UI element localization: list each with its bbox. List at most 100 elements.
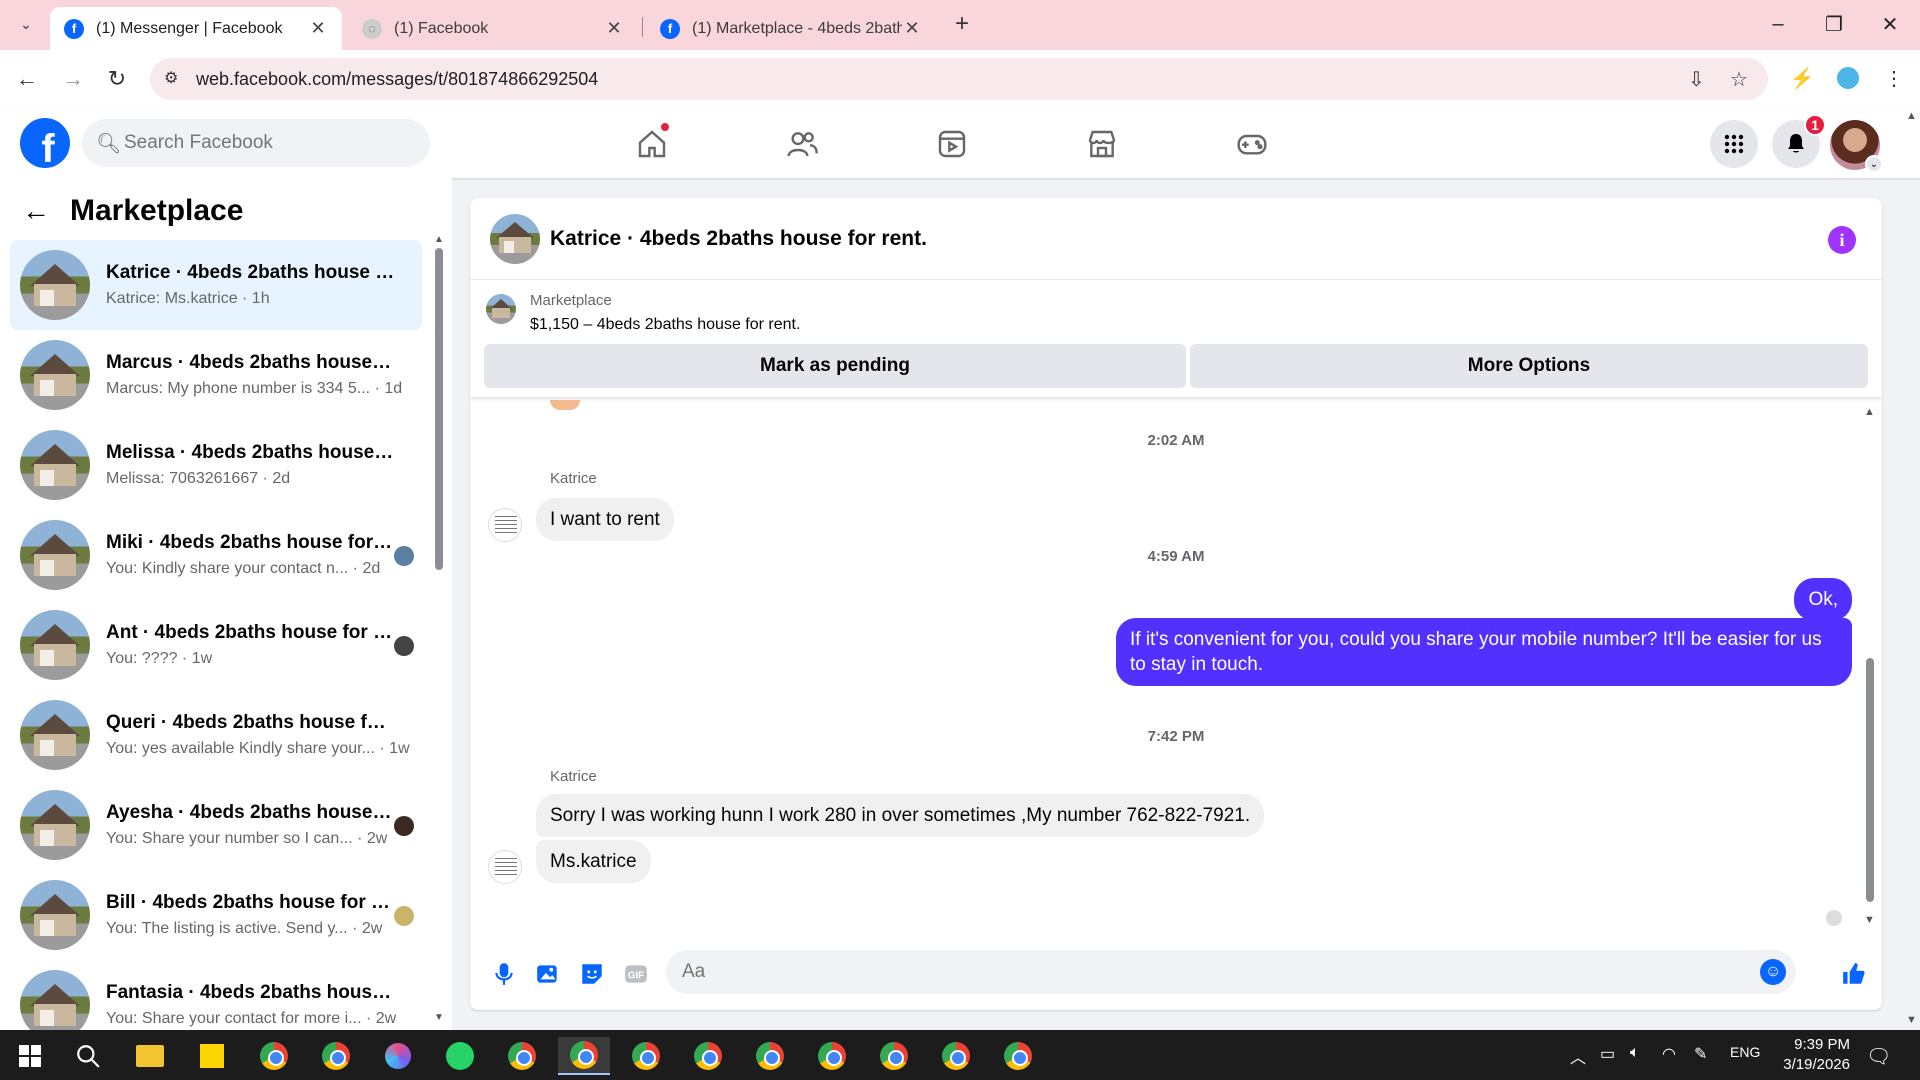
- snipping-tool-icon[interactable]: [372, 1037, 424, 1075]
- more-options-button[interactable]: More Options: [1190, 344, 1868, 388]
- bookmark-star-icon[interactable]: ☆: [1730, 67, 1748, 92]
- tab-close-icon[interactable]: ✕: [308, 18, 328, 39]
- conversation-item-ayesha[interactable]: Ayesha · 4beds 2baths house for rent. Yo…: [10, 780, 422, 870]
- sender-avatar[interactable]: [488, 508, 522, 542]
- chrome-icon[interactable]: [558, 1037, 610, 1075]
- tab-close-icon[interactable]: ✕: [604, 18, 624, 39]
- message-bubble-incoming[interactable]: I want to rent: [536, 498, 674, 541]
- tab-facebook[interactable]: ◌ (1) Facebook ✕: [348, 7, 638, 50]
- scroll-up-icon[interactable]: ▲: [1864, 406, 1875, 418]
- chrome-icon[interactable]: [620, 1037, 672, 1075]
- listing-title[interactable]: $1,150 – 4beds 2baths house for rent.: [530, 316, 800, 334]
- whatsapp-icon[interactable]: [434, 1037, 486, 1075]
- chrome-icon[interactable]: [248, 1037, 300, 1075]
- scrollbar-thumb[interactable]: [435, 248, 443, 570]
- friends-icon[interactable]: [782, 124, 822, 164]
- message-bubble-outgoing[interactable]: If it's convenient for you, could you sh…: [1116, 618, 1852, 686]
- chat-title[interactable]: Katrice · 4beds 2baths house for rent.: [550, 227, 927, 251]
- conversation-item-katrice[interactable]: Katrice · 4beds 2baths house for rent. K…: [10, 240, 422, 330]
- file-explorer-icon[interactable]: [124, 1037, 176, 1075]
- system-clock[interactable]: 9:39 PM 3/19/2026: [1760, 1035, 1850, 1075]
- sticker-icon[interactable]: [574, 956, 610, 992]
- tab-messenger[interactable]: f (1) Messenger | Facebook ✕: [50, 7, 342, 50]
- conversation-item-fantasia[interactable]: Fantasia · 4beds 2baths house for rent. …: [10, 960, 422, 1030]
- tab-close-icon[interactable]: ✕: [902, 18, 922, 39]
- microphone-icon[interactable]: [486, 956, 522, 992]
- notification-center-icon[interactable]: 🗨︎: [1866, 1044, 1891, 1069]
- reload-icon[interactable]: ↻: [100, 62, 134, 96]
- gaming-icon[interactable]: [1232, 124, 1272, 164]
- extensions-icon[interactable]: ⚡: [1788, 64, 1816, 92]
- scroll-down-icon[interactable]: ▼: [1906, 1014, 1917, 1026]
- profile-sync-icon[interactable]: [1834, 64, 1862, 92]
- restore-icon[interactable]: ❐: [1814, 8, 1854, 40]
- scrollbar-thumb[interactable]: [1866, 658, 1874, 902]
- notifications-bell-icon[interactable]: 1: [1772, 114, 1826, 168]
- conversation-item-bill[interactable]: Bill · 4beds 2baths house for rent. You:…: [10, 870, 422, 960]
- mark-as-pending-button[interactable]: Mark as pending: [484, 344, 1186, 388]
- language-indicator[interactable]: ENG: [1730, 1044, 1760, 1060]
- chrome-icon[interactable]: [930, 1037, 982, 1075]
- chrome-icon[interactable]: [682, 1037, 734, 1075]
- chrome-icon[interactable]: [744, 1037, 796, 1075]
- conversation-item-melissa[interactable]: Melissa · 4beds 2baths house for rent. M…: [10, 420, 422, 510]
- site-info-icon[interactable]: ⚙: [164, 68, 178, 88]
- search-icon[interactable]: [62, 1037, 114, 1075]
- forward-arrow-icon[interactable]: →: [56, 62, 90, 96]
- scroll-down-icon[interactable]: ▼: [434, 1012, 444, 1023]
- message-bubble-incoming[interactable]: Sorry I was working hunn I work 280 in o…: [536, 794, 1265, 837]
- message-input[interactable]: [682, 956, 1742, 988]
- sender-avatar[interactable]: [488, 850, 522, 884]
- video-icon[interactable]: [932, 124, 972, 164]
- menu-grid-icon[interactable]: [1710, 120, 1758, 168]
- info-icon[interactable]: i: [1828, 226, 1856, 254]
- new-tab-button[interactable]: +: [948, 10, 976, 38]
- conversation-item-ant[interactable]: Ant · 4beds 2baths house for rent. You: …: [10, 600, 422, 690]
- scroll-up-icon[interactable]: ▲: [434, 234, 444, 245]
- search-input[interactable]: [124, 125, 414, 161]
- message-input-box[interactable]: ☺: [666, 950, 1796, 994]
- windows-start-icon[interactable]: [4, 1037, 56, 1075]
- thumbs-up-icon[interactable]: [1836, 956, 1872, 992]
- scroll-up-icon[interactable]: ▲: [1906, 110, 1917, 122]
- chrome-icon[interactable]: [868, 1037, 920, 1075]
- chrome-icon[interactable]: [496, 1037, 548, 1075]
- close-window-icon[interactable]: ✕: [1870, 8, 1910, 40]
- battery-icon[interactable]: ▭: [1600, 1044, 1615, 1064]
- browser-menu-icon[interactable]: ⋮: [1880, 64, 1908, 92]
- show-hidden-icons-icon[interactable]: ︿: [1570, 1044, 1586, 1068]
- conversation-item-queri[interactable]: Queri · 4beds 2baths house for rent. You…: [10, 690, 422, 780]
- chrome-icon[interactable]: [310, 1037, 362, 1075]
- minimize-icon[interactable]: –: [1758, 8, 1798, 40]
- listing-thumbnail[interactable]: [486, 294, 516, 324]
- message-bubble-outgoing[interactable]: Ok,: [1794, 578, 1852, 621]
- message-bubble-incoming[interactable]: Ms.katrice: [536, 840, 651, 883]
- tab-marketplace[interactable]: f (1) Marketplace - 4beds 2baths ✕: [646, 7, 936, 50]
- sidebar-scrollbar[interactable]: ▲ ▼: [434, 234, 444, 1023]
- back-arrow-icon[interactable]: ←: [22, 195, 58, 227]
- scroll-down-icon[interactable]: ▼: [1864, 914, 1875, 926]
- conversation-item-marcus[interactable]: Marcus · 4beds 2baths house for rent. Ma…: [10, 330, 422, 420]
- sticky-notes-icon[interactable]: [186, 1037, 238, 1075]
- wifi-icon[interactable]: ◠: [1662, 1044, 1676, 1064]
- chrome-icon[interactable]: [806, 1037, 858, 1075]
- emoji-icon[interactable]: ☺: [1760, 959, 1786, 985]
- volume-icon[interactable]: 🔈︎: [1630, 1044, 1640, 1062]
- address-bar[interactable]: ⚙ web.facebook.com/messages/t/8018748662…: [150, 58, 1768, 100]
- page-scrollbar[interactable]: ▲ ▼: [1904, 110, 1920, 1030]
- back-arrow-icon[interactable]: ←: [10, 62, 44, 96]
- profile-avatar[interactable]: ⌄: [1830, 120, 1883, 173]
- gif-icon[interactable]: GIF: [618, 956, 654, 992]
- chat-scrollbar[interactable]: ▲ ▼: [1864, 406, 1876, 926]
- search-box[interactable]: 🔍︎: [82, 119, 430, 167]
- install-app-icon[interactable]: ⇩: [1688, 67, 1705, 92]
- tab-search-chevron-icon[interactable]: ⌄: [12, 10, 40, 38]
- facebook-logo-icon[interactable]: f: [20, 118, 70, 168]
- photo-icon[interactable]: [530, 956, 566, 992]
- home-icon[interactable]: [632, 122, 672, 164]
- marketplace-icon[interactable]: [1082, 124, 1122, 164]
- pen-icon[interactable]: ✎: [1694, 1044, 1707, 1064]
- chrome-icon[interactable]: [992, 1037, 1044, 1075]
- listing-avatar[interactable]: [490, 214, 540, 264]
- conversation-item-miki[interactable]: Miki · 4beds 2baths house for rent. You:…: [10, 510, 422, 600]
